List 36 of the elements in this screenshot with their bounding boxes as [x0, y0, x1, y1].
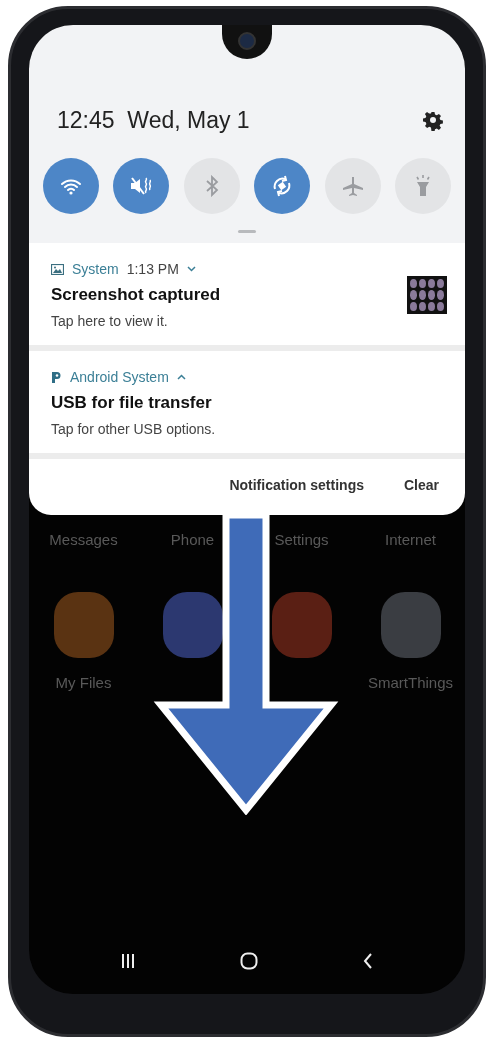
- p-logo-icon: [51, 371, 62, 383]
- home-button[interactable]: [240, 952, 258, 970]
- app-name: Android System: [70, 369, 169, 385]
- app-label[interactable]: Settings: [274, 531, 329, 548]
- app-label[interactable]: My Files: [55, 674, 112, 691]
- app-label[interactable]: SmartThings: [368, 674, 453, 691]
- app-label[interactable]: Phone: [170, 531, 215, 548]
- bluetooth-icon: [204, 175, 219, 197]
- airplane-icon: [341, 175, 364, 197]
- notification[interactable]: Android System USB for file transfer Tap for other USB options.: [29, 351, 465, 459]
- app-label[interactable]: Internet: [385, 531, 436, 548]
- app-icon[interactable]: [162, 592, 223, 658]
- settings-icon[interactable]: [423, 110, 443, 131]
- app-icon[interactable]: [53, 592, 114, 658]
- app-name: System: [72, 261, 119, 277]
- drag-handle[interactable]: [238, 230, 256, 233]
- notification-action-button[interactable]: Clear: [403, 477, 439, 493]
- notification-title: Screenshot captured: [51, 285, 222, 305]
- vibrate-mute-icon: [129, 175, 154, 197]
- wifi-icon: [60, 177, 82, 195]
- image-icon: [51, 263, 64, 275]
- notification-text: Tap for other USB options.: [51, 421, 217, 437]
- caret-up-icon[interactable]: [176, 374, 186, 380]
- caret-down-icon[interactable]: [186, 266, 196, 272]
- notification-action-button[interactable]: Notification settings: [229, 477, 364, 493]
- clock-date: 12:45 Wed, May 1: [57, 107, 250, 134]
- app-icon[interactable]: [380, 592, 441, 658]
- notification-text: Tap here to view it.: [51, 313, 169, 329]
- recent-apps-button[interactable]: [121, 953, 136, 969]
- notification-title: USB for file transfer: [51, 393, 213, 413]
- flashlight-icon: [413, 174, 432, 198]
- back-button[interactable]: [362, 952, 373, 970]
- notification-time: 1:13 PM: [126, 261, 179, 277]
- quick-toggle[interactable]: [43, 158, 99, 214]
- app-label[interactable]: Messages: [49, 531, 118, 548]
- notification[interactable]: System 1:13 PM Screenshot captured Tap here to view it.: [29, 243, 465, 351]
